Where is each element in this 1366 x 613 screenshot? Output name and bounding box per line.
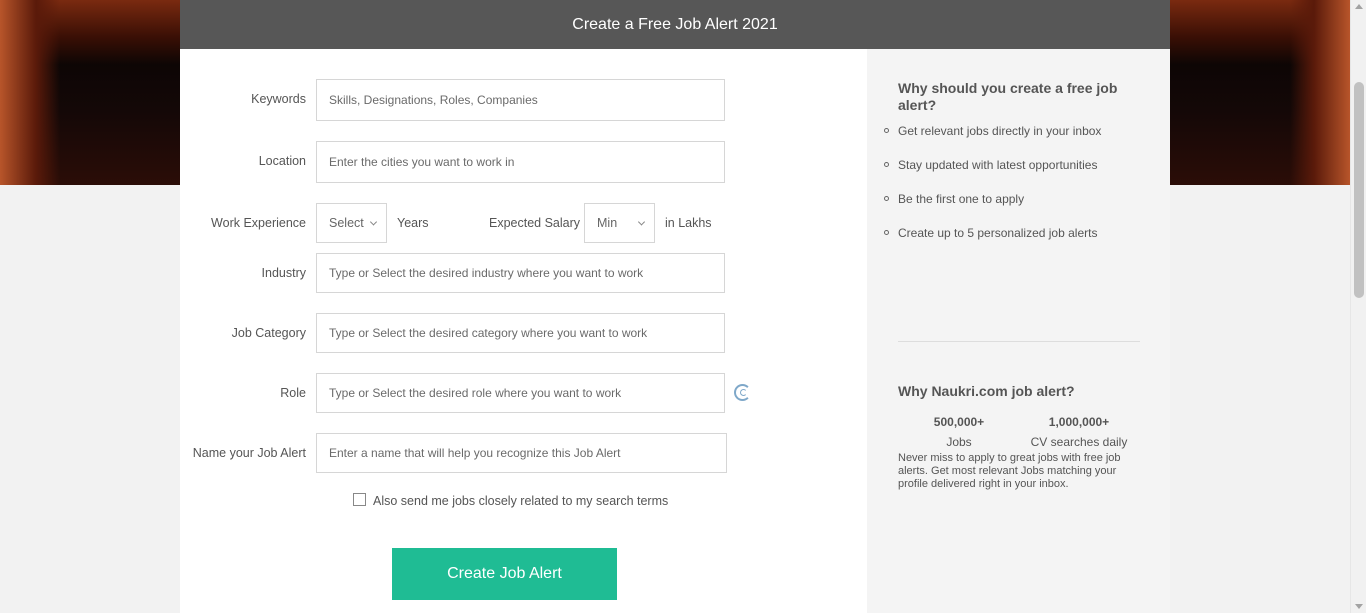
role-input[interactable] <box>329 386 724 400</box>
experience-unit: Years <box>397 216 429 230</box>
info-sidebar: Why should you create a free job alert? … <box>867 49 1170 613</box>
keywords-field[interactable] <box>316 79 725 121</box>
industry-field[interactable] <box>316 253 725 293</box>
job-alert-form: Keywords Location Work Experience Select… <box>180 49 867 613</box>
alert-name-field[interactable] <box>316 433 727 473</box>
why-naukri-heading: Why Naukri.com job alert? <box>898 383 1075 399</box>
salary-unit: in Lakhs <box>665 216 712 230</box>
divider <box>898 341 1140 342</box>
industry-label: Industry <box>261 266 306 280</box>
bullet-icon <box>884 162 889 167</box>
hero-glow-right <box>1290 0 1350 185</box>
keywords-input[interactable] <box>329 93 724 107</box>
experience-select-value: Select <box>329 216 364 230</box>
chevron-down-icon <box>637 218 646 226</box>
scroll-up-arrow-icon[interactable] <box>1355 4 1363 9</box>
list-item: Get relevant jobs directly in your inbox <box>884 124 1148 158</box>
alert-name-input[interactable] <box>329 446 726 460</box>
related-jobs-checkbox[interactable] <box>353 493 366 506</box>
stat-jobs-label: Jobs <box>946 435 972 449</box>
industry-input[interactable] <box>329 266 724 280</box>
alert-name-label: Name your Job Alert <box>192 446 306 460</box>
location-label: Location <box>258 154 306 168</box>
list-item: Create up to 5 personalized job alerts <box>884 226 1148 260</box>
job-category-label: Job Category <box>231 326 306 340</box>
chevron-down-icon <box>369 218 378 226</box>
location-input[interactable] <box>329 155 724 169</box>
salary-select-value: Min <box>597 216 618 230</box>
benefits-list: Get relevant jobs directly in your inbox… <box>884 124 1148 260</box>
naukri-description: Never miss to apply to great jobs with f… <box>898 452 1121 490</box>
role-label: Role <box>280 386 306 400</box>
location-field[interactable] <box>316 141 725 183</box>
salary-select[interactable]: Min <box>584 203 655 243</box>
bullet-icon <box>884 230 889 235</box>
list-item: Stay updated with latest opportunities <box>884 158 1148 192</box>
work-experience-label: Work Experience <box>211 216 306 230</box>
bullet-icon <box>884 196 889 201</box>
role-field[interactable] <box>316 373 725 413</box>
why-create-heading: Why should you create a free job alert? <box>898 80 1118 113</box>
page-title: Create a Free Job Alert 2021 <box>180 0 1170 49</box>
job-category-input[interactable] <box>329 326 724 340</box>
job-category-field[interactable] <box>316 313 725 353</box>
related-jobs-checkbox-label[interactable]: Also send me jobs closely related to my … <box>373 494 668 508</box>
scrollbar-thumb[interactable] <box>1354 82 1364 298</box>
stat-jobs-value: 500,000+ <box>933 415 985 429</box>
loading-spinner-icon <box>734 384 751 401</box>
hero-glow-left <box>0 0 60 185</box>
stat-cv-value: 1,000,000+ <box>1048 415 1110 429</box>
keywords-label: Keywords <box>251 92 306 106</box>
job-alert-card: Create a Free Job Alert 2021 Keywords Lo… <box>180 0 1170 613</box>
experience-select[interactable]: Select <box>316 203 387 243</box>
scroll-down-arrow-icon[interactable] <box>1355 604 1363 609</box>
list-item: Be the first one to apply <box>884 192 1148 226</box>
bullet-icon <box>884 128 889 133</box>
vertical-scrollbar[interactable] <box>1350 0 1366 613</box>
expected-salary-label: Expected Salary <box>489 216 581 230</box>
create-job-alert-button[interactable]: Create Job Alert <box>392 548 617 600</box>
stat-cv-label: CV searches daily <box>1030 435 1128 449</box>
